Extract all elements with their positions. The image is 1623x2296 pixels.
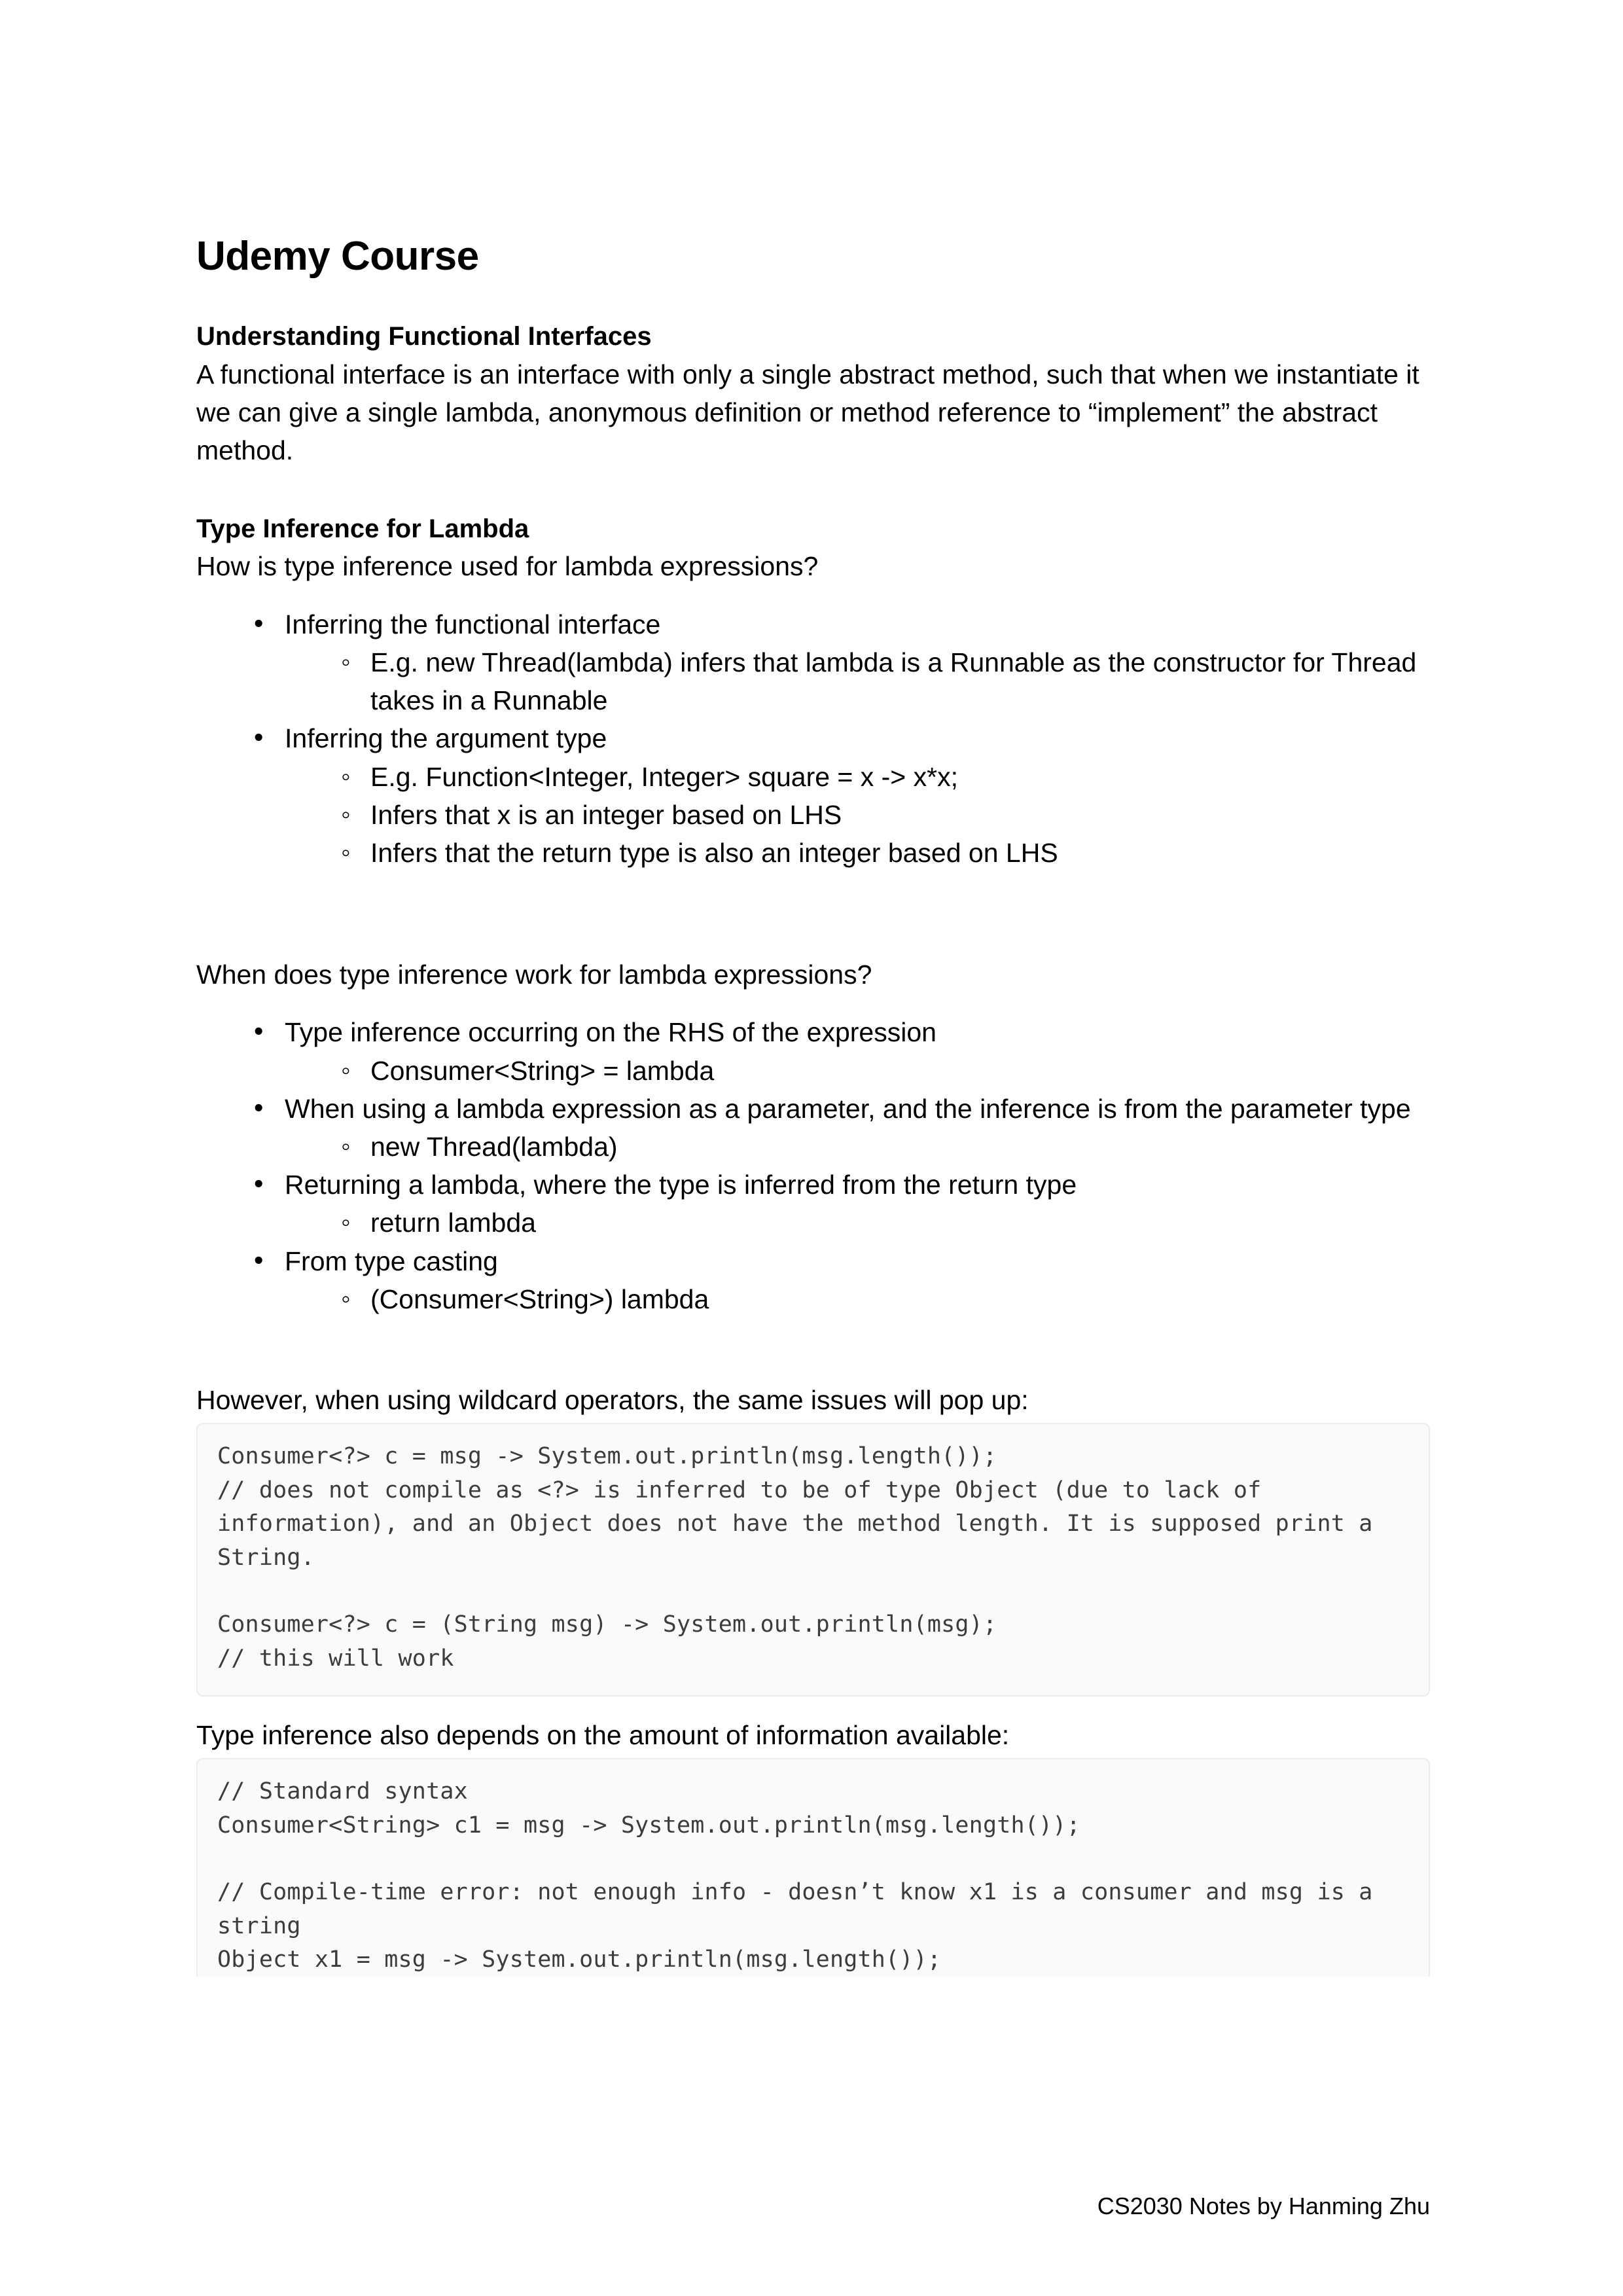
sublist: new Thread(lambda) xyxy=(285,1127,1430,1166)
list-item: Infers that the return type is also an i… xyxy=(285,833,1430,872)
sublist: E.g. new Thread(lambda) infers that lamb… xyxy=(285,643,1430,719)
sublist: return lambda xyxy=(285,1203,1430,1242)
list-item-label: E.g. Function<Integer, Integer> square =… xyxy=(370,761,958,792)
list-item-label: Consumer<String> = lambda xyxy=(370,1055,715,1086)
sublist: Consumer<String> = lambda xyxy=(285,1051,1430,1090)
list-item-label: Inferring the functional interface xyxy=(285,609,661,639)
list-item-label: Inferring the argument type xyxy=(285,723,607,754)
list-item: (Consumer<String>) lambda xyxy=(285,1280,1430,1318)
list-item-label: E.g. new Thread(lambda) infers that lamb… xyxy=(370,647,1417,716)
code-line: Consumer<?> c = (String msg) -> System.o… xyxy=(217,1611,997,1638)
code-line: // this will work xyxy=(217,1645,454,1672)
paragraph-functional-interface-definition: A functional interface is an interface w… xyxy=(196,359,1419,466)
code-line: // Standard syntax xyxy=(217,1778,468,1805)
code-block-wildcards: Consumer<?> c = msg -> System.out.printl… xyxy=(196,1423,1430,1696)
code-block-information-amount: // Standard syntax Consumer<String> c1 =… xyxy=(196,1758,1430,1977)
page-title: Udemy Course xyxy=(196,234,479,279)
list-item: Infers that x is an integer based on LHS xyxy=(285,795,1430,834)
list-item-label: Infers that x is an integer based on LHS xyxy=(370,799,842,830)
code-line: Consumer<String> c1 = msg -> System.out.… xyxy=(217,1812,1080,1839)
list-item: Inferring the argument type E.g. Functio… xyxy=(196,718,1430,872)
document-page: Udemy Course Understanding Functional In… xyxy=(0,0,1623,2296)
list-item: When using a lambda expression as a para… xyxy=(196,1088,1430,1166)
list-item: Returning a lambda, where the type is in… xyxy=(196,1164,1430,1242)
list-item: Inferring the functional interface E.g. … xyxy=(196,604,1430,720)
list-item-label: From type casting xyxy=(285,1246,498,1276)
list-item-label: Returning a lambda, where the type is in… xyxy=(285,1170,1077,1200)
paragraph-question-how-type-inference: How is type inference used for lambda ex… xyxy=(196,551,819,582)
list-item: Type inference occurring on the RHS of t… xyxy=(196,1012,1430,1090)
list-when-type-inference-works: Type inference occurring on the RHS of t… xyxy=(196,1012,1430,1318)
heading-understanding-functional-interfaces: Understanding Functional Interfaces xyxy=(196,322,652,351)
code-line: // Compile-time error: not enough info -… xyxy=(217,1879,1387,1939)
list-item: new Thread(lambda) xyxy=(285,1127,1430,1166)
paragraph-question-when-type-inference-works: When does type inference work for lambda… xyxy=(196,960,872,990)
list-item: E.g. Function<Integer, Integer> square =… xyxy=(285,757,1430,796)
list-item-label: When using a lambda expression as a para… xyxy=(285,1093,1411,1124)
list-item: E.g. new Thread(lambda) infers that lamb… xyxy=(285,643,1430,719)
list-item: From type casting (Consumer<String>) lam… xyxy=(196,1241,1430,1318)
list-item-label: (Consumer<String>) lambda xyxy=(370,1283,709,1314)
list-item-label: Type inference occurring on the RHS of t… xyxy=(285,1017,936,1048)
list-item-label: new Thread(lambda) xyxy=(370,1132,618,1162)
sublist: E.g. Function<Integer, Integer> square =… xyxy=(285,757,1430,872)
list-type-inference-usage: Inferring the functional interface E.g. … xyxy=(196,604,1430,872)
list-item: Consumer<String> = lambda xyxy=(285,1051,1430,1090)
list-item: return lambda xyxy=(285,1203,1430,1242)
paragraph-information-amount-intro: Type inference also depends on the amoun… xyxy=(196,1719,1010,1750)
page-footer: CS2030 Notes by Hanming Zhu xyxy=(1097,2193,1430,2219)
paragraph-wildcard-intro: However, when using wildcard operators, … xyxy=(196,1385,1029,1416)
sublist: (Consumer<String>) lambda xyxy=(285,1280,1430,1318)
code-line: Consumer<?> c = msg -> System.out.printl… xyxy=(217,1443,997,1470)
document-content: Udemy Course Understanding Functional In… xyxy=(196,232,1430,1977)
code-line: // does not compile as <?> is inferred t… xyxy=(217,1477,1387,1571)
list-item-label: Infers that the return type is also an i… xyxy=(370,837,1058,868)
heading-type-inference-for-lambda: Type Inference for Lambda xyxy=(196,514,529,543)
list-item-label: return lambda xyxy=(370,1208,536,1238)
code-line: Object x1 = msg -> System.out.println(ms… xyxy=(217,1946,942,1973)
